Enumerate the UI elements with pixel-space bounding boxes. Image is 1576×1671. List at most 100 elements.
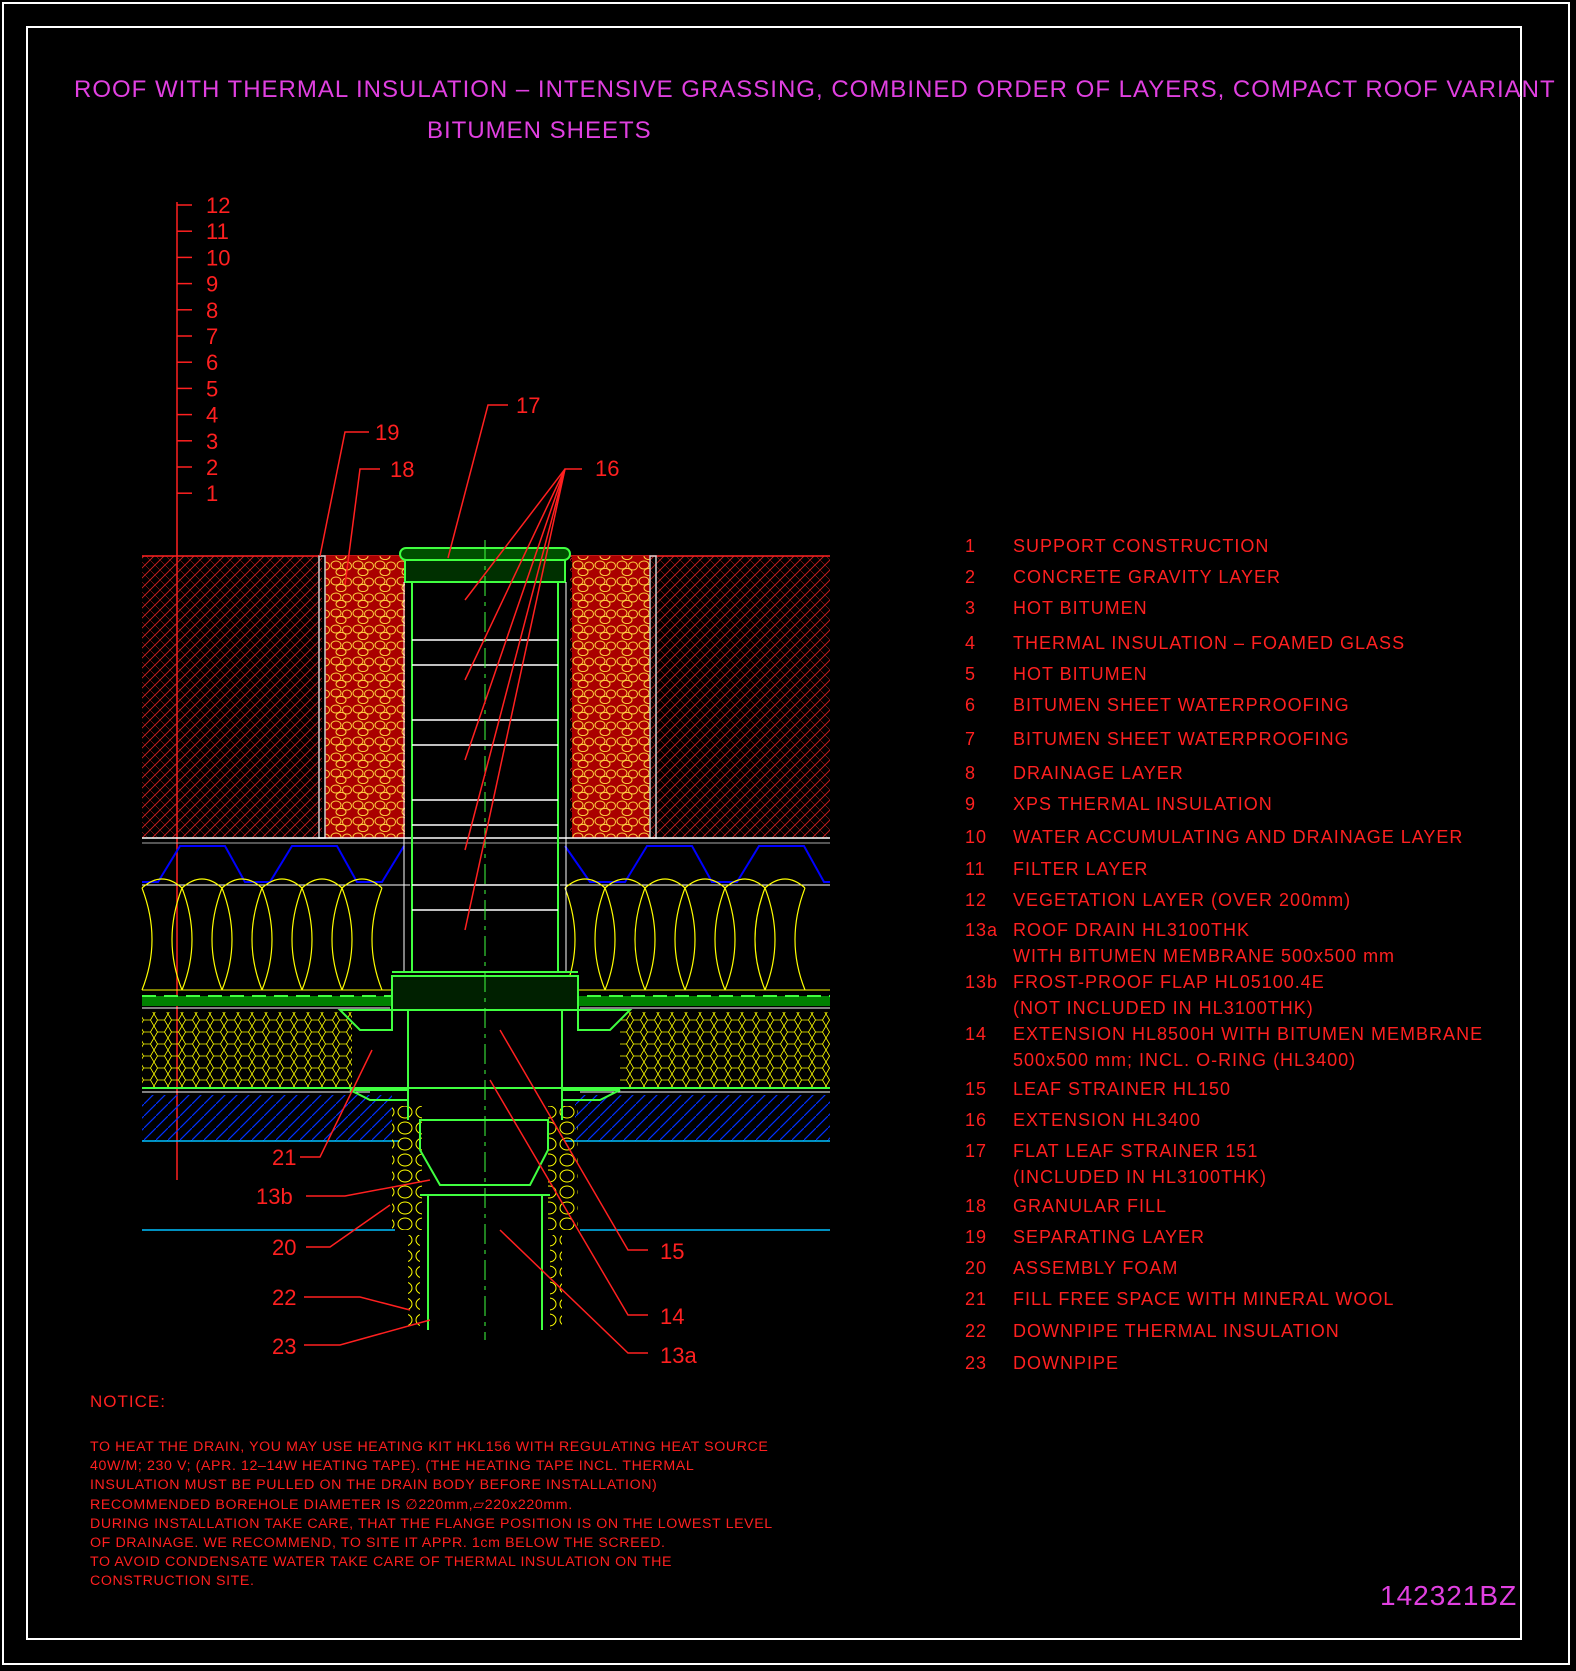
legend-text: SEPARATING LAYER xyxy=(1013,1227,1206,1247)
legend-text: HOT BITUMEN xyxy=(1013,598,1148,618)
legend-text-continuation: (NOT INCLUDED IN HL3100THK) xyxy=(1013,998,1314,1018)
legend-number: 22 xyxy=(965,1321,988,1341)
scale-tick-label: 7 xyxy=(206,324,218,349)
legend-number: 18 xyxy=(965,1196,988,1216)
legend-item: 16 EXTENSION HL3400 xyxy=(965,1110,1201,1131)
scale-tick-label: 6 xyxy=(206,350,218,375)
legend-number: 3 xyxy=(965,598,977,618)
legend-number: 7 xyxy=(965,729,977,749)
scale-tick-label: 1 xyxy=(206,481,218,506)
callout-23: 23 xyxy=(272,1334,296,1359)
legend-number: 21 xyxy=(965,1289,988,1309)
xps-loop xyxy=(644,878,686,991)
legend-item: 11 FILTER LAYER xyxy=(965,859,1148,880)
notice-line: TO HEAT THE DRAIN, YOU MAY USE HEATING K… xyxy=(90,1439,769,1455)
legend-text: ASSEMBLY FOAM xyxy=(1013,1258,1179,1278)
callout-20: 20 xyxy=(272,1235,296,1260)
legend-text-continuation: (INCLUDED IN HL3100THK) xyxy=(1013,1167,1268,1187)
scale-tick-label: 10 xyxy=(206,245,230,270)
legend-number: 10 xyxy=(965,827,988,847)
callout-22: 22 xyxy=(272,1285,296,1310)
legend-number: 8 xyxy=(965,763,977,783)
legend-number: 4 xyxy=(965,633,977,653)
legend-item: 18 GRANULAR FILL xyxy=(965,1196,1167,1217)
legend-number: 15 xyxy=(965,1079,988,1099)
callout-18: 18 xyxy=(390,457,414,482)
legend-item: 3 HOT BITUMEN xyxy=(965,598,1148,619)
legend-text: XPS THERMAL INSULATION xyxy=(1013,794,1273,814)
legend-text: SUPPORT CONSTRUCTION xyxy=(1013,536,1270,556)
legend-number: 23 xyxy=(965,1353,988,1373)
legend-number: 17 xyxy=(965,1141,988,1161)
legend-text: HOT BITUMEN xyxy=(1013,664,1148,684)
callout-21: 21 xyxy=(272,1145,296,1170)
legend-number: 13b xyxy=(965,972,999,992)
legend-text: FROST-PROOF FLAP HL05100.4E xyxy=(1013,972,1325,992)
xps-loop xyxy=(141,878,183,991)
xps-loop xyxy=(764,878,806,991)
scale-tick-label: 11 xyxy=(206,219,229,244)
legend-number: 13a xyxy=(965,920,999,940)
legend-item: 8 DRAINAGE LAYER xyxy=(965,763,1184,784)
legend-item: 5 HOT BITUMEN xyxy=(965,664,1148,685)
legend-item: 1 SUPPORT CONSTRUCTION xyxy=(965,536,1269,557)
xps-loop xyxy=(221,878,263,991)
legend-item: 2 CONCRETE GRAVITY LAYER xyxy=(965,567,1281,588)
legend-item: 7 BITUMEN SHEET WATERPROOFING xyxy=(965,729,1350,750)
scale-tick-label: 4 xyxy=(206,403,218,428)
notice-line: TO AVOID CONDENSATE WATER TAKE CARE OF T… xyxy=(90,1554,673,1571)
scale-tick-label: 8 xyxy=(206,298,218,323)
legend-text: LEAF STRAINER HL150 xyxy=(1013,1079,1232,1099)
xps-loop xyxy=(724,878,766,991)
legend-number: 1 xyxy=(965,536,977,556)
legend-item: 13b FROST-PROOF FLAP HL05100.4E (NOT INCLU… xyxy=(965,972,1325,1018)
notice-line: 40W/M; 230 V; (APR. 12–14W HEATING TAPE)… xyxy=(90,1458,695,1475)
legend-text-continuation: WITH BITUMEN MEMBRANE 500x500 mm xyxy=(1013,946,1396,966)
notice-line: RECOMMENDED BOREHOLE DIAMETER IS ∅220mm,… xyxy=(90,1496,573,1513)
xps-loop xyxy=(341,878,383,991)
scale-tick-label: 12 xyxy=(206,193,230,218)
notice-line: CONSTRUCTION SITE. xyxy=(90,1573,255,1590)
legend-number: 14 xyxy=(965,1024,988,1044)
legend-item: 9 XPS THERMAL INSULATION xyxy=(965,794,1273,815)
xps-loop xyxy=(181,878,223,991)
xps-loop xyxy=(564,878,606,991)
layer-scale-ticks: 121110987654321 xyxy=(177,193,230,506)
legend-number: 6 xyxy=(965,695,977,715)
scale-tick-label: 3 xyxy=(206,429,218,454)
legend-item: 13a ROOF DRAIN HL3100THK WITH BITUMEN MEMB… xyxy=(965,920,1394,966)
legend-item: 4 THERMAL INSULATION – FOAMED GLASS xyxy=(965,633,1405,654)
legend-number: 19 xyxy=(965,1227,988,1247)
callout-17: 17 xyxy=(516,393,540,418)
legend-item: 19 SEPARATING LAYER xyxy=(965,1227,1205,1248)
notice-block: NOTICE: TO HEAT THE DRAIN, YOU MAY USE H… xyxy=(90,1392,850,1592)
xps-loop xyxy=(684,878,726,991)
legend-number: 5 xyxy=(965,664,977,684)
callout-13b: 13b xyxy=(256,1184,293,1209)
legend-text: FILTER LAYER xyxy=(1013,859,1149,879)
legend-item: 14 EXTENSION HL8500H WITH BITUMEN MEMBRAN… xyxy=(965,1024,1484,1070)
legend-text: EXTENSION HL8500H WITH BITUMEN MEMBRANE xyxy=(1013,1024,1484,1044)
callout-13a: 13a xyxy=(660,1343,697,1368)
callout-19: 19 xyxy=(375,420,399,445)
legend-text-continuation: 500x500 mm; INCL. O-RING (HL3400) xyxy=(1013,1050,1357,1070)
legend-number: 11 xyxy=(965,859,986,879)
callout-16: 16 xyxy=(595,456,619,481)
legend-item: 20 ASSEMBLY FOAM xyxy=(965,1258,1178,1279)
notice-line: INSULATION MUST BE PULLED ON THE DRAIN B… xyxy=(90,1477,658,1494)
legend-number: 12 xyxy=(965,890,988,910)
foamed-glass-insulation xyxy=(142,1012,830,1093)
drawing-code: 142321BZ xyxy=(1380,1580,1518,1611)
callout-15: 15 xyxy=(660,1239,684,1264)
legend-item: 6 BITUMEN SHEET WATERPROOFING xyxy=(965,695,1350,716)
scale-tick-label: 5 xyxy=(206,376,218,401)
legend-text: EXTENSION HL3400 xyxy=(1013,1110,1202,1130)
legend-text: THERMAL INSULATION – FOAMED GLASS xyxy=(1013,633,1406,653)
xps-loop xyxy=(261,878,303,991)
legend-text: FILL FREE SPACE WITH MINERAL WOOL xyxy=(1013,1289,1395,1309)
legend-item: 17 FLAT LEAF STRAINER 151 (INCLUDED IN HL3… xyxy=(965,1141,1266,1187)
legend-number: 9 xyxy=(965,794,977,814)
legend-text: DOWNPIPE THERMAL INSULATION xyxy=(1013,1321,1340,1341)
callout-14: 14 xyxy=(660,1304,684,1329)
support-construction xyxy=(142,1095,830,1231)
